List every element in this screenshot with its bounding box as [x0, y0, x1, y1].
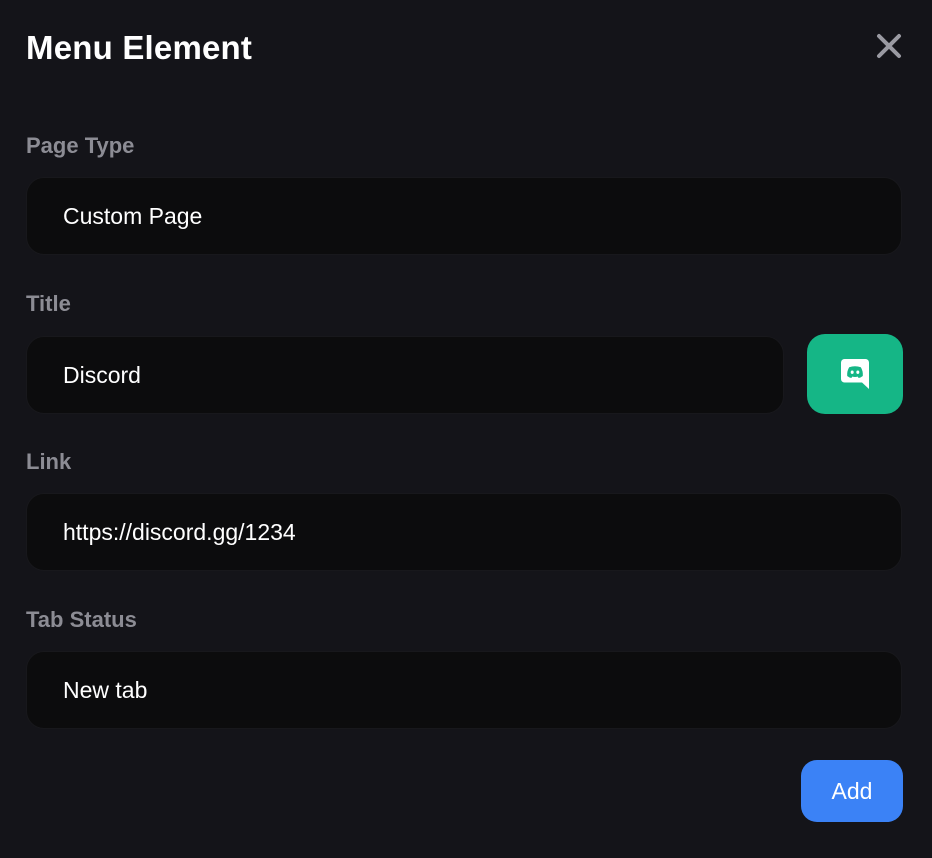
add-button[interactable]: Add [801, 760, 903, 822]
link-label: Link [26, 449, 72, 474]
page-type-select[interactable]: Custom Page [26, 177, 902, 255]
discord-icon [841, 359, 869, 389]
title-input[interactable]: Discord [26, 336, 784, 414]
icon-picker-button[interactable] [807, 334, 903, 414]
tab-status-select[interactable]: New tab [26, 651, 902, 729]
close-icon [877, 34, 901, 58]
page-type-label: Page Type [26, 133, 135, 158]
close-button[interactable] [871, 28, 907, 64]
title-label: Title [26, 291, 71, 316]
modal-title: Menu Element [26, 29, 253, 66]
menu-element-modal: Menu Element Page Type Custom Page Title… [0, 0, 932, 858]
link-input[interactable]: https://discord.gg/1234 [26, 493, 902, 571]
tab-status-label: Tab Status [26, 607, 137, 632]
